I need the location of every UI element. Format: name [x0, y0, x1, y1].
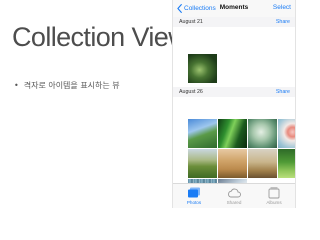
- section-date: August 21: [179, 19, 203, 25]
- share-button[interactable]: Share: [276, 19, 290, 25]
- share-button[interactable]: Share: [276, 89, 290, 95]
- photo-thumbnail[interactable]: [188, 149, 217, 178]
- section-date: August 26: [179, 89, 203, 95]
- photos-icon: [188, 187, 200, 198]
- section-header-august-21: August 21 Share: [173, 17, 295, 27]
- albums-icon: [268, 187, 280, 199]
- bullet-point: • 격자로 아이템을 표시하는 뷰: [14, 80, 120, 91]
- photo-thumbnail[interactable]: [248, 119, 277, 148]
- select-button[interactable]: Select: [273, 4, 291, 11]
- bullet-dot: •: [14, 81, 19, 90]
- navigation-bar: Collections Moments Select: [173, 0, 295, 18]
- tab-shared[interactable]: Shared: [219, 186, 249, 207]
- shared-cloud-icon: [228, 188, 241, 198]
- photo-thumbnail[interactable]: [278, 149, 295, 178]
- photo-thumbnail[interactable]: [218, 119, 247, 148]
- bullet-text: 격자로 아이템을 표시하는 뷰: [23, 81, 120, 90]
- photo-thumbnail[interactable]: [188, 54, 217, 83]
- tab-label: Shared: [226, 200, 242, 205]
- photo-thumbnail[interactable]: [248, 149, 277, 178]
- phone-screen: Collections Moments Select August 21 Sha…: [172, 0, 296, 208]
- tab-photos[interactable]: Photos: [179, 186, 209, 207]
- section-header-august-26: August 26 Share: [173, 87, 295, 97]
- tab-albums[interactable]: Albums: [259, 186, 289, 207]
- tab-label: Albums: [266, 200, 282, 205]
- photo-thumbnail[interactable]: [188, 119, 217, 148]
- tab-bar: Photos Shared Albums: [173, 183, 295, 208]
- tab-label: Photos: [186, 200, 202, 205]
- slide-title: Collection View: [12, 22, 188, 52]
- photo-thumbnail[interactable]: [278, 119, 295, 148]
- photo-thumbnail[interactable]: [218, 149, 247, 178]
